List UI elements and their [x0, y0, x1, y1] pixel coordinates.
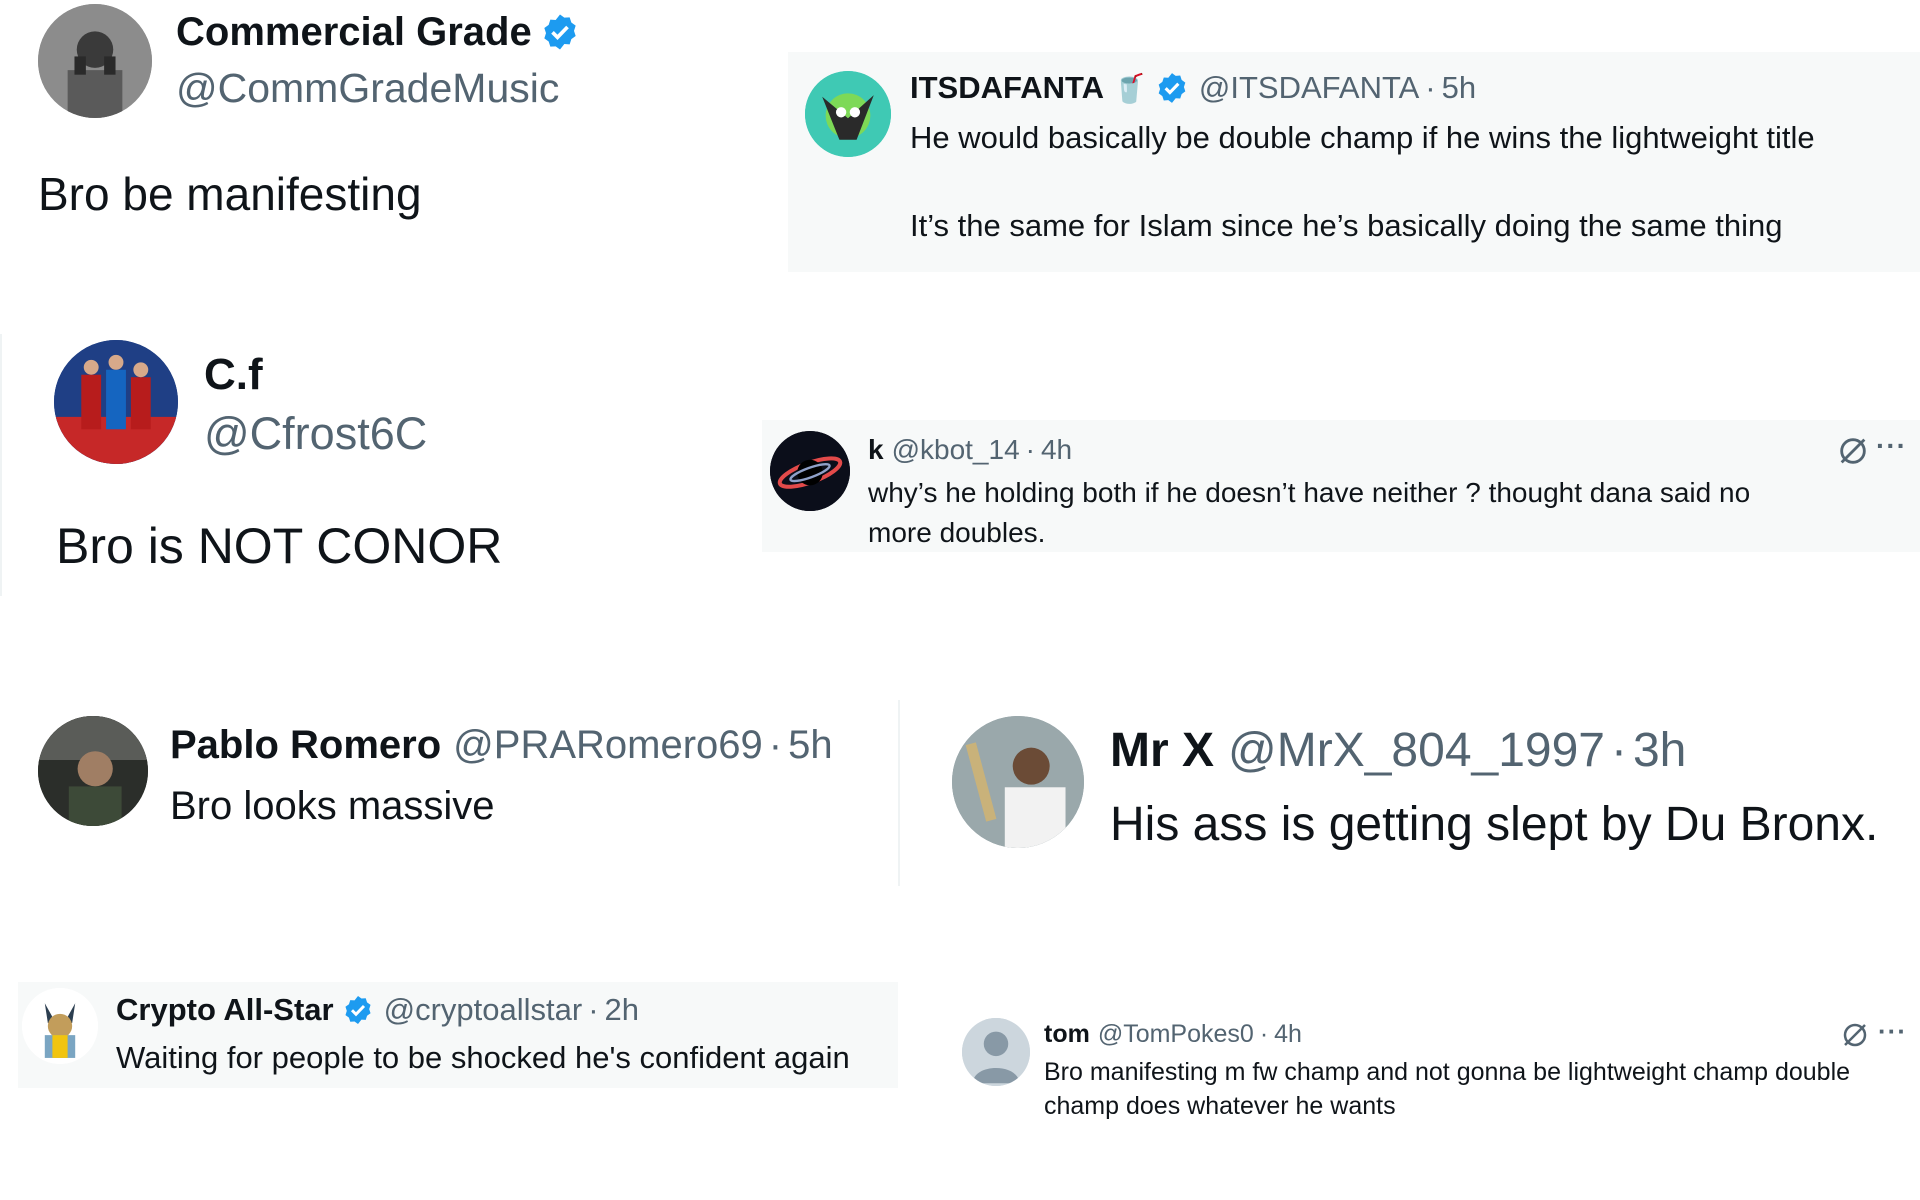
avatar[interactable] — [770, 431, 850, 511]
tweet-text: Waiting for people to be shocked he's co… — [116, 1040, 850, 1075]
grok-icon[interactable] — [1836, 434, 1870, 468]
tweet-text: Bro looks massive — [170, 783, 495, 828]
tweet-text-line-1: He would basically be double champ if he… — [910, 120, 1815, 155]
display-name[interactable]: Crypto All-Star — [116, 992, 334, 1028]
display-name[interactable]: Mr X — [1110, 723, 1214, 778]
tweet-tom[interactable]: tom @TomPokes0 · 4h ··· Bro manifesting … — [960, 1012, 1920, 1142]
separator: · — [1259, 1019, 1269, 1048]
avatar[interactable] — [962, 1018, 1030, 1086]
tweet-text-line-2: It’s the same for Islam since he’s basic… — [910, 208, 1783, 243]
avatar[interactable] — [38, 4, 152, 118]
user-handle[interactable]: @cryptoallstar — [384, 992, 583, 1028]
tweet-commgrade[interactable]: Commercial Grade @CommGradeMusic Bro be … — [0, 0, 720, 240]
display-name[interactable]: k — [868, 434, 884, 466]
more-icon[interactable]: ··· — [1878, 1016, 1907, 1047]
user-handle[interactable]: @kbot_14 — [892, 434, 1020, 466]
more-icon[interactable]: ··· — [1876, 430, 1907, 462]
display-name[interactable]: ITSDAFANTA — [910, 70, 1104, 106]
tweet-text-line-2: champ does whatever he wants — [1044, 1091, 1396, 1120]
tweet-pablo[interactable]: Pablo Romero @PRARomero69 · 5h Bro looks… — [0, 700, 900, 886]
tweet-text-line-2: more doubles. — [868, 517, 1046, 548]
tweet-itsdafanta[interactable]: ITSDAFANTA 🥤 @ITSDAFANTA · 5h He would b… — [788, 52, 1920, 272]
tweet-mrx[interactable]: Mr X @MrX_804_1997 · 3h His ass is getti… — [920, 700, 1920, 886]
verified-badge-icon — [1155, 71, 1189, 105]
separator: · — [768, 722, 783, 767]
tweet-text: Bro is NOT CONOR — [56, 518, 503, 574]
tweet-kbot[interactable]: k @kbot_14 · 4h ··· why’s he holding bot… — [762, 420, 1920, 552]
display-name[interactable]: Pablo Romero — [170, 723, 441, 768]
verified-badge-icon — [342, 994, 374, 1026]
verified-badge-icon — [540, 12, 580, 52]
avatar[interactable] — [38, 716, 148, 826]
timestamp[interactable]: 5h — [788, 723, 833, 768]
timestamp[interactable]: 4h — [1041, 434, 1072, 466]
tweet-crypto[interactable]: Crypto All-Star @cryptoallstar · 2h Wait… — [18, 982, 898, 1088]
separator: · — [588, 992, 599, 1027]
tweet-text: Bro be manifesting — [38, 168, 422, 220]
user-handle[interactable]: @TomPokes0 — [1098, 1020, 1254, 1049]
tweet-text-line-1: why’s he holding both if he doesn’t have… — [868, 477, 1751, 508]
user-handle[interactable]: @PRARomero69 — [453, 723, 763, 768]
display-name[interactable]: C.f — [204, 350, 263, 400]
tweet-text: His ass is getting slept by Du Bronx. — [1110, 797, 1879, 851]
user-handle[interactable]: @ITSDAFANTA — [1199, 70, 1419, 106]
avatar[interactable] — [22, 988, 98, 1064]
avatar[interactable] — [952, 716, 1084, 848]
display-name[interactable]: Commercial Grade — [176, 10, 532, 55]
timestamp[interactable]: 4h — [1274, 1020, 1302, 1049]
separator: · — [1025, 434, 1035, 465]
user-handle[interactable]: @CommGradeMusic — [176, 65, 559, 112]
user-handle[interactable]: @Cfrost6C — [204, 408, 427, 460]
emoji-drink: 🥤 — [1112, 72, 1147, 104]
tweet-text-line-1: Bro manifesting m fw champ and not gonna… — [1044, 1057, 1851, 1086]
timestamp[interactable]: 2h — [605, 992, 639, 1028]
user-handle[interactable]: @MrX_804_1997 — [1228, 723, 1605, 778]
separator: · — [1425, 70, 1436, 105]
separator: · — [1610, 723, 1627, 777]
timestamp[interactable]: 3h — [1633, 723, 1686, 778]
grok-icon[interactable] — [1840, 1020, 1870, 1050]
avatar[interactable] — [54, 340, 178, 464]
tweet-cf[interactable]: C.f @Cfrost6C Bro is NOT CONOR — [0, 334, 720, 596]
timestamp[interactable]: 5h — [1442, 70, 1476, 106]
display-name[interactable]: tom — [1044, 1020, 1090, 1049]
divider — [898, 700, 900, 886]
avatar[interactable] — [805, 71, 891, 157]
